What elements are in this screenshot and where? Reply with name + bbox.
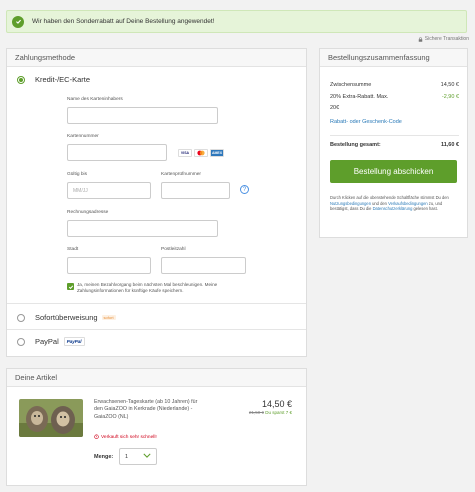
old-price-row: 21,50 € Du sparst 7 €: [249, 410, 292, 415]
amex-icon: AMEX: [210, 149, 224, 157]
address-label: Rechnungsadresse: [67, 210, 109, 215]
submit-order-button[interactable]: Bestellung abschicken: [330, 160, 457, 183]
payment-option-card[interactable]: Kredit-/EC-Karte: [17, 75, 90, 84]
cardnumber-label: Kartennummer: [67, 134, 99, 139]
visa-icon: VISA: [178, 149, 192, 157]
success-alert: Wir haben den Sonderrabatt auf Deine Bes…: [6, 10, 467, 33]
total-value: 11,60 €: [440, 142, 459, 148]
valid-label: Gültig bis: [67, 172, 87, 177]
cvc-input[interactable]: [161, 182, 230, 199]
quantity-value: 1: [125, 453, 129, 460]
sofort-logo: sofort: [101, 315, 116, 320]
sofort-radio[interactable]: [17, 313, 25, 322]
privacy-link[interactable]: Datenschutzerklärung: [373, 206, 413, 211]
old-price: 21,50 €: [248, 410, 264, 415]
paypal-logo: PayPal: [63, 337, 85, 346]
help-icon[interactable]: ?: [240, 185, 249, 194]
legal-text-2: und den: [370, 200, 389, 206]
paypal-radio[interactable]: [17, 337, 25, 346]
divider: [7, 303, 306, 304]
selling-fast-text: Verkauft sich sehr schnell!: [101, 435, 157, 440]
lock-icon: [418, 36, 423, 42]
total-label: Bestellung gesamt:: [330, 142, 381, 148]
card-brand-logos: VISA AMEX: [178, 149, 224, 157]
mastercard-icon: [194, 149, 208, 157]
save-payment-checkbox[interactable]: [67, 283, 74, 290]
secure-label: Sichere Transaktion: [424, 36, 469, 42]
items-title: Deine Artikel: [7, 369, 306, 387]
terms-link[interactable]: Nutzungsbedingungen: [330, 201, 371, 206]
legal-text: Durch Klicken auf die obenstehende Schal…: [330, 195, 460, 212]
product-price: 14,50 €: [261, 399, 292, 409]
valid-input[interactable]: MM/JJ: [67, 182, 151, 199]
cvc-label: Kartenprüfnummer: [161, 172, 201, 177]
card-radio[interactable]: [17, 75, 25, 84]
divider: [330, 135, 459, 136]
discount-label: 20% Extra-Rabatt. Max.: [330, 94, 389, 100]
alarm-clock-icon: [94, 434, 99, 441]
subtotal-label: Zwischensumme: [330, 82, 372, 88]
zip-input[interactable]: [161, 257, 246, 274]
alert-text: Wir haben den Sonderrabatt auf Deine Bes…: [32, 18, 215, 25]
check-circle-icon: [12, 15, 24, 28]
legal-text-4: gelesen hast.: [412, 206, 438, 212]
cardholder-label: Name des Karteninhabers: [67, 97, 123, 102]
discount-value: -2,90 €: [441, 94, 459, 100]
valid-placeholder: MM/JJ: [73, 187, 88, 194]
cardholder-input[interactable]: [67, 107, 218, 124]
payment-option-paypal[interactable]: PayPal PayPal: [17, 337, 85, 346]
zip-label: Postleitzahl: [161, 247, 186, 252]
card-option-label: Kredit-/EC-Karte: [35, 75, 91, 84]
product-description: Erwachsenen-Tageskarte (ab 10 Jahren) fü…: [94, 399, 198, 420]
subtotal-value: 14,50 €: [440, 82, 459, 88]
selling-fast: Verkauft sich sehr schnell!: [94, 434, 157, 441]
address-input[interactable]: [67, 220, 218, 237]
summary-title: Bestellungszusammenfassung: [320, 49, 467, 67]
paypal-label: PayPal: [35, 337, 59, 346]
promo-code-link[interactable]: Rabatt- oder Geschenk-Code: [330, 119, 402, 125]
product-image[interactable]: [19, 399, 83, 437]
chevron-down-icon: [143, 453, 151, 460]
items-panel: Deine Artikel Erwachsenen-Tageskarte (ab…: [6, 368, 307, 486]
sofort-label: Sofortüberweisung: [35, 313, 98, 322]
discount-label-cont: 20€: [330, 105, 340, 111]
secure-transaction: Sichere Transaktion: [418, 36, 469, 42]
payment-title: Zahlungsmethode: [7, 49, 306, 67]
save-payment-text: Ja, meinen Bezahlvorgang beim nächsten M…: [77, 282, 218, 293]
quantity-select[interactable]: 1: [119, 448, 157, 465]
cardnumber-input[interactable]: [67, 144, 167, 161]
legal-text-1: Durch Klicken auf die obenstehende Schal…: [330, 195, 449, 200]
city-label: Stadt: [67, 247, 79, 252]
payment-panel: Zahlungsmethode Kredit-/EC-Karte Name de…: [6, 48, 307, 357]
sale-terms-link[interactable]: Verkaufsbedingungen: [388, 201, 428, 206]
saving-text: Du sparst 7 €: [265, 410, 292, 415]
payment-option-sofort[interactable]: Sofortüberweisung sofort: [17, 313, 116, 322]
order-summary-panel: Bestellungszusammenfassung Zwischensumme…: [319, 48, 468, 238]
quantity-label: Menge:: [94, 454, 114, 460]
divider: [7, 329, 306, 330]
city-input[interactable]: [67, 257, 151, 274]
